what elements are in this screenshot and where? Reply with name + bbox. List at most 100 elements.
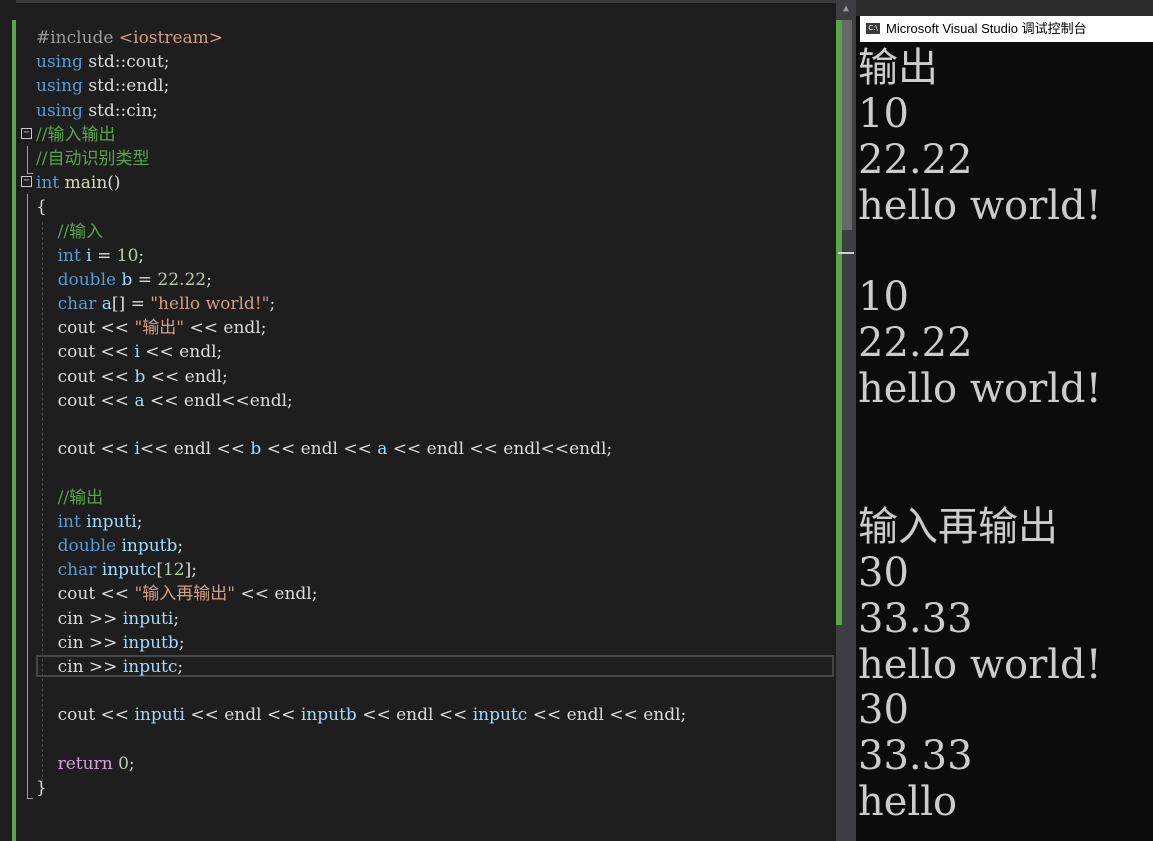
- code-token: //输入输出: [36, 124, 116, 145]
- code-token: << endl << endl<<endl;: [387, 439, 613, 460]
- code-line[interactable]: #include <iostream>: [36, 26, 834, 50]
- code-token: 22.22: [157, 269, 207, 290]
- console-title-bar[interactable]: C:\ Microsoft Visual Studio 调试控制台: [860, 16, 1153, 42]
- code-token: return: [36, 753, 119, 774]
- code-line[interactable]: cout << b << endl;: [36, 365, 834, 389]
- code-line[interactable]: int inputi;: [36, 510, 834, 534]
- code-line[interactable]: cout << i<< endl << b << endl << a << en…: [36, 437, 834, 461]
- code-line[interactable]: }: [36, 776, 834, 800]
- code-token: using: [36, 52, 89, 73]
- debug-console-window[interactable]: C:\ Microsoft Visual Studio 调试控制台 输出 10 22…: [856, 0, 1153, 841]
- code-token: inputi: [134, 705, 185, 726]
- code-token: [] =: [111, 294, 151, 315]
- outline-fold-line-end: [27, 173, 33, 174]
- code-line[interactable]: double inputb;: [36, 534, 834, 558]
- code-token: ;: [178, 632, 185, 653]
- code-token: << endl;: [235, 584, 318, 605]
- code-line[interactable]: using std::cout;: [36, 50, 834, 74]
- code-token: inputi: [86, 511, 137, 532]
- code-token: std::cin;: [88, 100, 158, 121]
- code-line[interactable]: int i = 10;: [36, 244, 834, 268]
- code-token: ;: [269, 294, 276, 315]
- code-line[interactable]: cout << a << endl<<endl;: [36, 389, 834, 413]
- code-token: //输入: [36, 221, 104, 242]
- code-token: inputi: [122, 608, 174, 629]
- code-token: char: [36, 294, 102, 315]
- code-token: (): [107, 173, 121, 194]
- code-line[interactable]: [36, 461, 834, 485]
- code-token: 10: [116, 245, 139, 266]
- code-token: "输入再输出": [134, 584, 236, 605]
- code-token: cout <<: [36, 705, 135, 726]
- code-token: int: [36, 245, 87, 266]
- code-line[interactable]: return 0;: [36, 752, 834, 776]
- scrollbar-thumb[interactable]: [842, 20, 852, 230]
- code-line[interactable]: − int main(): [21, 171, 834, 195]
- code-token: cin >>: [36, 632, 123, 653]
- code-line[interactable]: //输入: [36, 220, 834, 244]
- code-token: }: [36, 777, 47, 798]
- code-editor[interactable]: #include <iostream> using std::cout; using…: [0, 0, 856, 841]
- code-token: =: [91, 245, 117, 266]
- code-token: cout <<: [36, 342, 135, 363]
- code-token: ;: [138, 245, 145, 266]
- code-token: {: [36, 197, 47, 218]
- code-token: <iostream>: [118, 28, 224, 48]
- code-token: //自动识别类型: [36, 148, 150, 169]
- console-output: 输出 10 22.22 hello world! 10 22.22 hello world…: [858, 45, 1153, 826]
- code-token: ];: [184, 560, 197, 581]
- code-line[interactable]: −//输入输出: [21, 123, 834, 147]
- console-output-line: hello world!: [858, 366, 1102, 413]
- code-token: ;: [206, 269, 212, 290]
- code-token: b: [134, 366, 146, 387]
- code-line[interactable]: [36, 727, 834, 751]
- code-line[interactable]: char a[] = "hello world!";: [36, 292, 834, 316]
- code-token: int: [36, 173, 65, 194]
- outline-fold-line: [27, 194, 28, 799]
- code-token: inputb: [300, 705, 357, 726]
- code-line[interactable]: //自动识别类型: [36, 147, 834, 171]
- code-line[interactable]: using std::endl;: [36, 74, 834, 98]
- collapse-toggle-icon[interactable]: −: [21, 127, 32, 139]
- code-line[interactable]: cin >> inputb;: [36, 631, 834, 655]
- code-line[interactable]: cin >> inputi;: [36, 607, 834, 631]
- scroll-up-arrow-icon[interactable]: ▲: [836, 0, 856, 18]
- collapse-toggle-icon[interactable]: −: [21, 176, 32, 188]
- code-token: //输出: [36, 487, 104, 508]
- code-line[interactable]: cout << "输出" << endl;: [36, 316, 834, 340]
- code-token: << endl;: [184, 318, 267, 339]
- code-text-area[interactable]: #include <iostream> using std::cout; using…: [21, 26, 834, 800]
- code-line[interactable]: cout << "输入再输出" << endl;: [36, 582, 834, 606]
- code-token: a: [377, 439, 388, 460]
- code-token: std::endl;: [88, 76, 170, 97]
- code-token: << endl;: [145, 366, 228, 387]
- code-token: ;: [173, 608, 180, 629]
- code-line[interactable]: cin >> inputc;: [36, 655, 834, 679]
- code-token: << endl;: [139, 342, 223, 363]
- code-line[interactable]: //输出: [36, 486, 834, 510]
- console-output-line: 33.33: [858, 595, 973, 642]
- console-output-line: 10: [858, 90, 909, 137]
- code-line[interactable]: [36, 413, 834, 437]
- code-token: double: [36, 269, 122, 290]
- console-output-line: 33.33: [858, 733, 973, 780]
- code-token: double: [36, 535, 122, 556]
- console-output-line: 输出: [858, 45, 938, 91]
- code-line[interactable]: using std::cin;: [36, 99, 834, 123]
- console-output-line: 10: [858, 274, 909, 321]
- code-token: << endl <<: [261, 439, 378, 460]
- code-token: inputc: [122, 656, 178, 677]
- outline-fold-line-end: [27, 798, 33, 799]
- code-token: ;: [177, 535, 184, 556]
- outline-fold-line: [27, 146, 28, 174]
- code-line[interactable]: double b = 22.22;: [36, 268, 834, 292]
- code-line[interactable]: {: [36, 195, 834, 219]
- console-output-line: 22.22: [858, 320, 973, 367]
- code-line[interactable]: [36, 679, 834, 703]
- change-tracking-bar: [12, 20, 16, 841]
- code-line[interactable]: cout << inputi << endl << inputb << endl…: [36, 703, 834, 727]
- code-line[interactable]: cout << i << endl;: [36, 340, 834, 364]
- code-line[interactable]: char inputc[12];: [36, 558, 834, 582]
- code-token: inputc: [101, 560, 157, 581]
